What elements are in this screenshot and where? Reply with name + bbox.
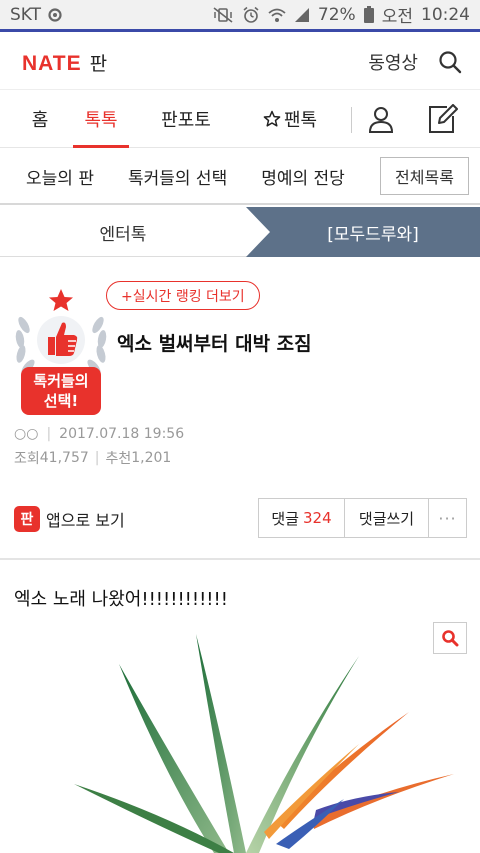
article-title: 엑소 벌써부터 대박 조짐 <box>117 333 312 355</box>
more-button[interactable]: ··· <box>429 499 466 537</box>
views-count: 41,757 <box>39 450 89 466</box>
comments-count: 324 <box>302 509 332 527</box>
all-list-button[interactable]: 전체목록 <box>380 157 469 195</box>
tab-toktok[interactable]: 톡톡 <box>73 91 129 148</box>
category-board[interactable]: [모두드루와] <box>246 207 480 257</box>
write-icon[interactable] <box>427 104 459 134</box>
recommend-label: 추천 <box>105 451 132 467</box>
tab-home[interactable]: 홈 <box>24 91 56 148</box>
talkers-choice-badge: 톡커들의 선택! <box>14 285 108 419</box>
mute-vibrate-icon <box>213 6 233 23</box>
post-date: 2017.07.18 19:56 <box>59 426 185 442</box>
tab-panphoto[interactable]: 판포토 <box>156 91 216 148</box>
badge-label: 톡커들의 선택! <box>21 371 101 411</box>
open-in-app-link[interactable]: 판 앱으로 보기 <box>14 506 125 532</box>
tab-label: 톡톡 <box>84 110 118 131</box>
wifi-icon <box>268 8 286 22</box>
category-bar: 엔터톡 [모두드루와] <box>0 207 480 257</box>
carrier-label: SKT <box>10 4 42 25</box>
video-link[interactable]: 동영상 <box>368 49 418 75</box>
article-body-text: 엑소 노래 나왔어!!!!!!!!!!!! <box>14 589 228 610</box>
time-clock: 10:24 <box>421 4 470 25</box>
nav-divider <box>351 107 352 133</box>
views-label: 조회 <box>14 451 40 467</box>
section-divider <box>0 558 480 560</box>
bird-of-paradise-image <box>74 634 454 853</box>
user-icon[interactable] <box>367 105 395 133</box>
open-in-app-label: 앱으로 보기 <box>46 511 125 530</box>
site-logo[interactable]: NATE 판 <box>22 49 107 76</box>
signal-icon <box>294 7 309 22</box>
comments-button[interactable]: 댓글 324 <box>259 499 345 537</box>
magnifier-icon <box>442 630 459 647</box>
alarm-icon <box>243 6 259 23</box>
status-bar: SKT 72% 오전 10:24 <box>0 0 480 32</box>
tab-label: 판포토 <box>161 110 211 131</box>
time-ampm: 오전 <box>381 7 413 27</box>
star-outline-icon <box>263 110 281 127</box>
status-right: 72% 오전 10:24 <box>212 2 470 27</box>
tab-label: 팬톡 <box>283 110 318 131</box>
article-meta-author-date: ○○ | 2017.07.18 19:56 <box>14 426 184 442</box>
zoom-image-button[interactable] <box>433 622 467 654</box>
subnav-talkers-choice[interactable]: 톡커들의 선택 <box>128 164 227 189</box>
comment-button-group: 댓글 324 댓글쓰기 ··· <box>258 498 467 538</box>
sync-icon <box>48 7 62 22</box>
badge-line2: 선택! <box>43 392 79 410</box>
battery-icon <box>363 6 374 23</box>
main-nav: 홈 톡톡 판포토 팬톡 <box>0 91 480 148</box>
author-name[interactable]: ○○ <box>14 426 38 442</box>
subnav-hall-of-fame[interactable]: 명예의 전당 <box>261 164 345 189</box>
article-image[interactable] <box>14 624 466 853</box>
tab-label: 홈 <box>31 110 49 131</box>
category-enter-talk[interactable]: 엔터톡 <box>0 207 246 257</box>
recommend-count: 1,201 <box>131 450 172 466</box>
tab-fantalk[interactable]: 팬톡 <box>257 91 323 148</box>
badge-line1: 톡커들의 <box>33 372 89 390</box>
header-actions: 동영상 <box>368 49 462 75</box>
sub-nav: 오늘의 판 톡커들의 선택 명예의 전당 전체목록 <box>0 149 480 205</box>
pan-app-icon: 판 <box>14 506 40 532</box>
app-header: NATE 판 동영상 <box>0 35 480 90</box>
battery-percent: 72% <box>317 4 356 25</box>
logo-brand: NATE <box>22 51 82 75</box>
search-icon[interactable] <box>438 50 462 74</box>
meta-separator: | <box>94 450 100 466</box>
realtime-ranking-button[interactable]: +실시간 랭킹 더보기 <box>106 281 260 310</box>
meta-separator: | <box>46 426 52 442</box>
subnav-today[interactable]: 오늘의 판 <box>26 164 94 189</box>
logo-section: 판 <box>89 52 108 75</box>
write-comment-button[interactable]: 댓글쓰기 <box>345 499 429 537</box>
comments-label: 댓글 <box>271 509 299 528</box>
status-carrier: SKT <box>10 5 63 25</box>
article-meta-stats: 조회 41,757 | 추천 1,201 <box>14 448 171 468</box>
